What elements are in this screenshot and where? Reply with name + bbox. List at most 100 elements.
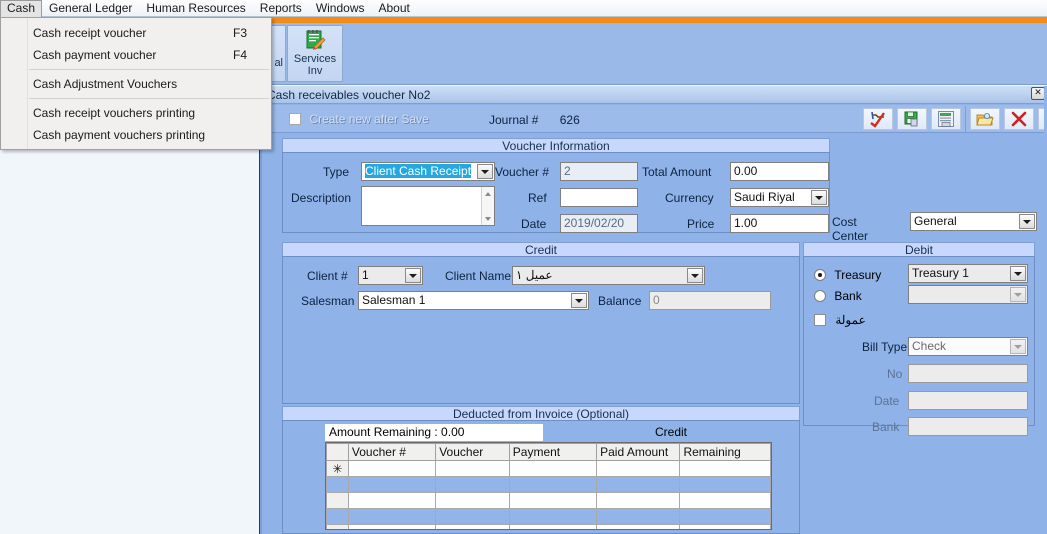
cost-center-combo[interactable]: General — [910, 212, 1037, 231]
cell-payment[interactable] — [508, 460, 598, 477]
chevron-down-icon[interactable] — [477, 164, 493, 179]
cell-voucher-no[interactable] — [347, 476, 437, 493]
chevron-down-icon[interactable] — [811, 190, 827, 205]
cell-remaining[interactable] — [679, 524, 771, 529]
bank-radio[interactable]: Bank — [814, 288, 862, 303]
row-selector[interactable] — [326, 492, 349, 509]
menu-item-cash-payment-voucher[interactable]: Cash payment voucher F4 — [1, 44, 271, 66]
menu-item-cash-payment-vouchers-printing[interactable]: Cash payment vouchers printing — [1, 124, 271, 146]
row-selector[interactable] — [326, 476, 349, 493]
save-and-print-button[interactable] — [931, 108, 961, 130]
column-header-voucher-no[interactable]: Voucher # — [347, 443, 437, 461]
date-input[interactable]: 2019/02/20 — [560, 214, 638, 233]
menu-item-cash-adjustment-vouchers[interactable]: Cash Adjustment Vouchers — [1, 73, 271, 95]
table-row[interactable]: ✳ — [326, 460, 771, 477]
cell-remaining[interactable] — [679, 508, 771, 525]
price-input[interactable]: 1.00 — [730, 214, 829, 233]
journal-number-label: Journal # — [489, 113, 539, 127]
close-icon[interactable]: ✕ — [1031, 87, 1045, 100]
salesman-combo[interactable]: Salesman 1 — [358, 291, 589, 310]
menu-item-cash-receipt-vouchers-printing[interactable]: Cash receipt vouchers printing — [1, 102, 271, 124]
cell-voucher-no[interactable] — [347, 524, 437, 529]
cell-voucher-no[interactable] — [347, 508, 437, 525]
cell-voucher-no[interactable] — [347, 492, 437, 509]
cell-paid-amount[interactable] — [596, 524, 681, 529]
save-button[interactable] — [897, 108, 927, 130]
radio-indicator — [814, 289, 826, 302]
treasury-combo[interactable]: Treasury 1 — [908, 264, 1028, 283]
cell-paid-amount[interactable] — [596, 476, 681, 493]
currency-label: Currency — [665, 191, 714, 205]
chevron-down-icon[interactable] — [571, 293, 587, 308]
scroll-down-icon[interactable] — [482, 213, 494, 224]
create-new-after-save-checkbox[interactable]: Create new after Save — [289, 111, 429, 126]
column-header-paid-amount[interactable]: Paid Amount — [596, 443, 681, 461]
open-button[interactable] — [970, 108, 1000, 130]
voucher-no-input[interactable]: 2 — [560, 162, 638, 181]
client-no-combo[interactable]: 1 — [358, 266, 423, 285]
type-combo[interactable]: Client Cash Receipt — [361, 162, 495, 181]
cell-paid-amount[interactable] — [596, 492, 681, 509]
cell-payment[interactable] — [508, 508, 598, 525]
cell-remaining[interactable] — [679, 460, 771, 477]
menu-item-cash-receipt-voucher[interactable]: Cash receipt voucher F3 — [1, 22, 271, 44]
cell-paid-amount[interactable] — [596, 508, 681, 525]
table-row[interactable] — [326, 508, 771, 525]
column-header-payment[interactable]: Payment — [508, 443, 598, 461]
date-label: Date — [521, 217, 547, 231]
description-scrollbar[interactable] — [481, 187, 494, 225]
scroll-up-icon[interactable] — [482, 188, 494, 199]
commission-checkbox[interactable]: عمولة — [814, 312, 866, 327]
cell-remaining[interactable] — [679, 492, 771, 509]
table-row[interactable] — [326, 476, 771, 493]
treasury-radio[interactable]: Treasury — [814, 267, 881, 282]
description-textarea[interactable] — [361, 186, 495, 226]
column-header-voucher[interactable]: Voucher — [435, 443, 510, 461]
menu-item-human-resources[interactable]: Human Resources — [139, 0, 252, 17]
invoice-grid[interactable]: Voucher # Voucher Payment Paid Amount Re… — [325, 442, 772, 530]
menu-item-reports[interactable]: Reports — [253, 0, 309, 17]
menu-separator — [29, 69, 269, 70]
column-header-remaining[interactable]: Remaining — [679, 443, 771, 461]
row-selector[interactable] — [326, 508, 349, 525]
chevron-down-icon[interactable] — [687, 268, 703, 283]
cell-payment[interactable] — [508, 492, 598, 509]
table-row[interactable] — [326, 524, 771, 529]
cell-voucher-no[interactable] — [347, 460, 437, 477]
ribbon-button-services-inv[interactable]: Services Inv — [287, 25, 343, 82]
balance-label: Balance — [598, 294, 642, 308]
bill-type-combo[interactable]: Check — [908, 337, 1028, 356]
ref-input[interactable] — [560, 188, 638, 207]
table-row[interactable] — [326, 492, 771, 509]
cell-voucher[interactable] — [435, 508, 510, 525]
cell-payment[interactable] — [508, 524, 598, 529]
client-name-combo[interactable]: عميل ١ — [512, 266, 705, 285]
row-selector[interactable] — [326, 524, 349, 529]
total-amount-input[interactable]: 0.00 — [730, 162, 829, 181]
currency-combo[interactable]: Saudi Riyal — [730, 188, 829, 207]
menu-item-label: Cash payment voucher — [33, 48, 157, 62]
save-print-icon — [938, 111, 954, 127]
cell-voucher[interactable] — [435, 524, 510, 529]
chevron-down-icon[interactable] — [1010, 339, 1026, 354]
menu-item-cash[interactable]: Cash — [0, 0, 43, 17]
cell-remaining[interactable] — [679, 476, 771, 493]
chevron-down-icon[interactable] — [1019, 214, 1035, 229]
cell-payment[interactable] — [508, 476, 598, 493]
bill-bank-label: Bank — [872, 420, 900, 434]
cell-paid-amount[interactable] — [596, 460, 681, 477]
menu-item-label: Cash Adjustment Vouchers — [33, 77, 178, 91]
delete-button[interactable] — [1004, 108, 1034, 130]
description-label: Description — [291, 191, 352, 205]
menu-item-about[interactable]: About — [372, 0, 417, 17]
chevron-down-icon[interactable] — [1010, 266, 1026, 281]
cost-center-label: Cost Center — [832, 215, 869, 243]
cell-voucher[interactable] — [435, 460, 510, 477]
cell-voucher[interactable] — [435, 492, 510, 509]
credit-caption: Credit — [282, 242, 800, 257]
menu-item-windows[interactable]: Windows — [309, 0, 372, 17]
menu-item-general-ledger[interactable]: General Ledger — [42, 0, 139, 17]
cell-voucher[interactable] — [435, 476, 510, 493]
chevron-down-icon[interactable] — [405, 268, 421, 283]
approve-button[interactable] — [863, 108, 893, 130]
